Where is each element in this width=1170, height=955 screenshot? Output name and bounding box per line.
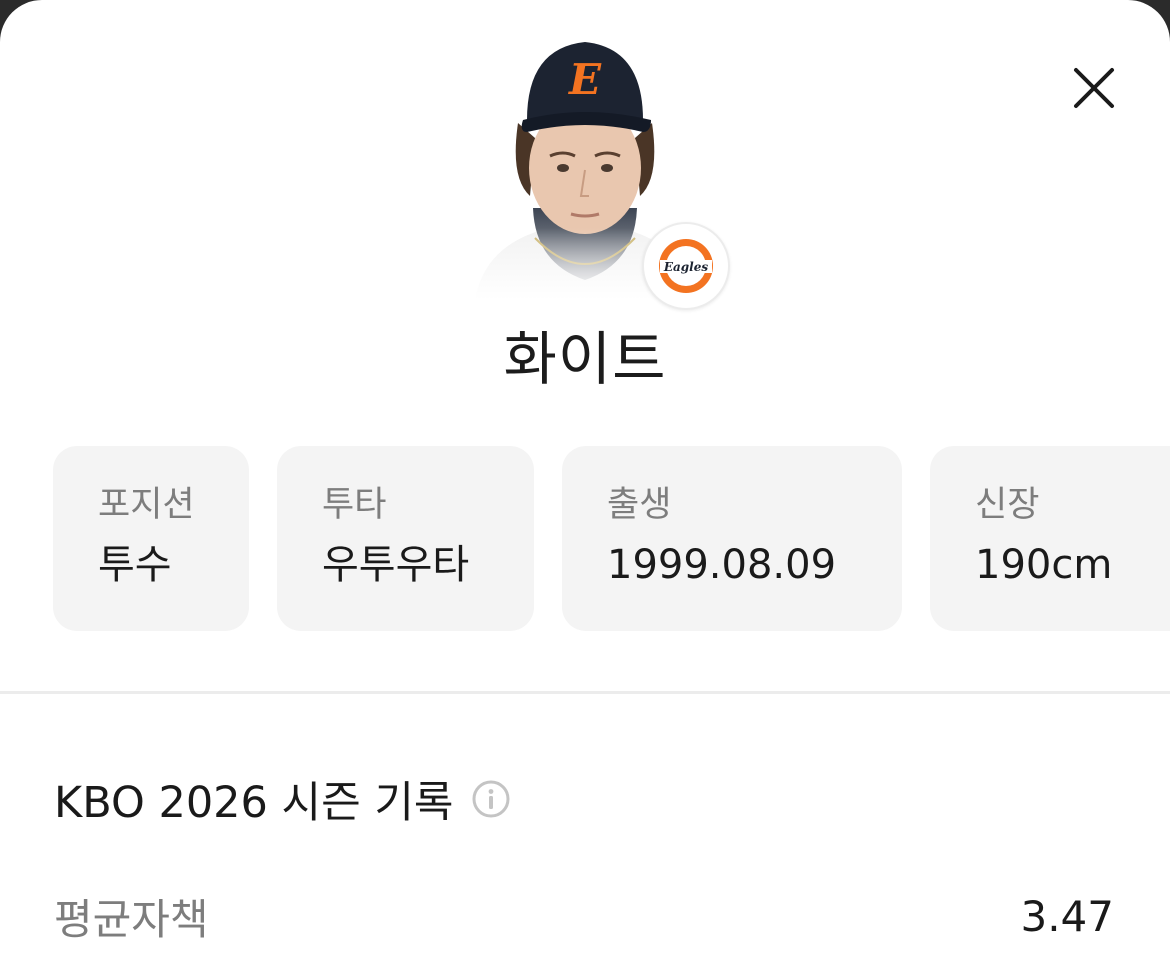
stats-section-title-text: KBO 2026 시즌 기록 (54, 778, 454, 828)
team-logo-text: Eagles (663, 260, 709, 274)
player-detail-sheet: E Eagles 화이트 포지션 투수 투타 우투우타 출생 1999.08.0… (0, 0, 1170, 955)
close-button[interactable] (1064, 58, 1124, 118)
info-card-birth: 출생 1999.08.09 (562, 446, 902, 631)
team-logo: Eagles (642, 222, 730, 310)
info-card-label: 출생 (607, 485, 672, 525)
info-card-value: 투수 (98, 542, 172, 588)
close-icon (1074, 68, 1114, 108)
info-card-value: 우투우타 (322, 542, 470, 588)
eagles-logo-icon: Eagles (659, 239, 713, 293)
info-card-label: 포지션 (98, 485, 195, 525)
stat-row-era: 평균자책 3.47 (54, 886, 1114, 947)
stat-label: 평균자책 (54, 895, 209, 944)
info-circle-icon[interactable] (471, 779, 511, 819)
cap-logo: E (568, 55, 602, 104)
info-card-label: 투타 (322, 485, 387, 525)
stats-section-title: KBO 2026 시즌 기록 (54, 768, 511, 830)
player-name: 화이트 (503, 325, 667, 393)
info-card-label: 신장 (975, 485, 1040, 525)
info-card-height: 신장 190cm (930, 446, 1170, 631)
info-card-value: 190cm (975, 542, 1113, 588)
section-divider (0, 691, 1170, 694)
stat-value: 3.47 (1020, 892, 1114, 941)
info-card-bats-throws: 투타 우투우타 (277, 446, 534, 631)
info-card-position: 포지션 투수 (53, 446, 249, 631)
info-card-value: 1999.08.09 (607, 542, 837, 588)
